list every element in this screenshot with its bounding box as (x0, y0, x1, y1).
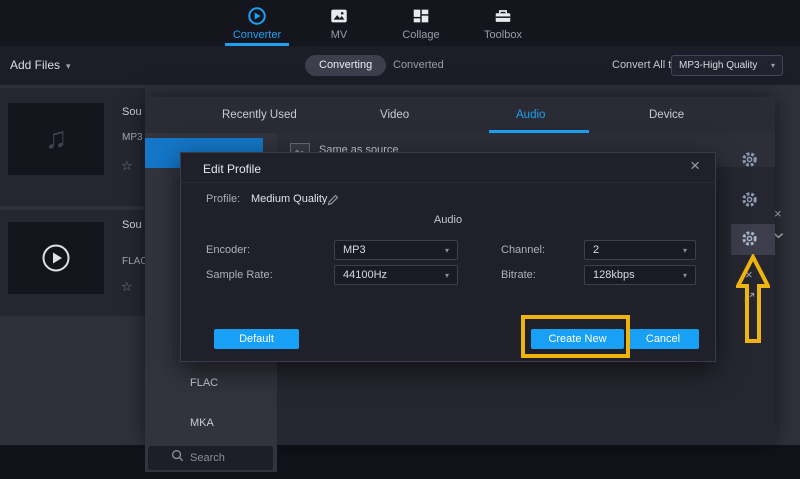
file-name: Sou (122, 219, 142, 231)
encoder-label: Encoder: (206, 244, 250, 256)
settings-gear-icon[interactable] (741, 230, 758, 247)
app-window: Converter MV Collage Toolbox Add Files▾ … (0, 0, 800, 479)
tab-mv-label: MV (331, 29, 348, 41)
channel-dropdown[interactable]: 2▾ (584, 240, 696, 260)
dialog-title: Edit Profile (203, 162, 261, 176)
caret-down-icon: ▾ (445, 246, 449, 255)
bottom-bar (0, 445, 800, 479)
settings-gear-icon[interactable] (741, 191, 758, 208)
bitrate-dropdown[interactable]: 128kbps ▾ (584, 265, 696, 285)
edit-effect-icon[interactable]: ☆ (121, 158, 133, 174)
caret-down-icon: ▾ (683, 246, 687, 255)
settings-gear-icon[interactable] (741, 151, 758, 168)
converter-icon (247, 6, 267, 26)
tab-audio[interactable]: Audio (516, 97, 545, 133)
encoder-value: MP3 (343, 244, 366, 256)
converted-tab[interactable]: Converted (393, 55, 444, 76)
bitrate-label: Bitrate: (501, 269, 536, 281)
pencil-icon[interactable] (327, 193, 339, 211)
encoder-dropdown[interactable]: MP3 ▾ (334, 240, 458, 260)
toolbox-icon (493, 6, 513, 26)
toolbar: Add Files▾ Converting Converted Convert … (0, 46, 800, 85)
tab-converter-label: Converter (233, 29, 281, 41)
profile-panel-tabs: Recently Used Video Audio Device (145, 97, 775, 133)
add-files-label: Add Files (10, 58, 60, 72)
tab-converter[interactable]: Converter (216, 0, 298, 46)
main-nav-tabs: Converter MV Collage Toolbox (216, 0, 544, 46)
caret-down-icon: ▾ (66, 61, 71, 71)
tab-mv[interactable]: MV (298, 0, 380, 46)
tab-device[interactable]: Device (649, 97, 684, 133)
sample-rate-label: Sample Rate: (206, 269, 273, 281)
music-note-icon: ♫ (45, 122, 68, 156)
add-files-button[interactable]: Add Files ▾ (10, 46, 71, 85)
annotation-arrow-up (736, 254, 770, 349)
close-icon[interactable]: × (690, 156, 700, 176)
caret-down-icon: ▾ (445, 271, 449, 280)
profile-label: Profile: (206, 193, 240, 205)
converting-tab[interactable]: Converting (305, 55, 386, 76)
tab-toolbox[interactable]: Toolbox (462, 0, 544, 46)
edit-profile-dialog: Edit Profile × Profile: Medium Quality A… (180, 152, 716, 362)
convert-all-dropdown[interactable]: MP3-High Quality ▾ (671, 55, 783, 76)
file-format: MP3 (122, 132, 143, 143)
profile-name-value: Medium Quality (251, 193, 327, 205)
caret-down-icon: ▾ (771, 61, 775, 70)
audio-file-thumbnail[interactable] (8, 222, 104, 294)
tab-collage-label: Collage (402, 29, 439, 41)
channel-label: Channel: (501, 244, 545, 256)
mv-icon (329, 6, 349, 26)
tab-toolbox-label: Toolbox (484, 29, 522, 41)
sample-rate-value: 44100Hz (343, 269, 387, 281)
tab-video[interactable]: Video (380, 97, 409, 133)
tab-recently-used[interactable]: Recently Used (222, 97, 297, 133)
divider (181, 182, 715, 183)
audio-file-thumbnail[interactable]: ♫ (8, 103, 104, 175)
convert-all-value: MP3-High Quality (679, 60, 757, 71)
sample-rate-dropdown[interactable]: 44100Hz ▾ (334, 265, 458, 285)
sidebar-item-flac[interactable]: FLAC (190, 377, 218, 389)
top-navigation: Converter MV Collage Toolbox (0, 0, 800, 46)
default-button[interactable]: Default (214, 329, 299, 349)
file-format: FLAC (122, 256, 148, 267)
remove-file-icon[interactable]: × (774, 206, 782, 221)
tab-collage[interactable]: Collage (380, 0, 462, 46)
search-box[interactable] (148, 446, 273, 470)
file-name: Sou (122, 106, 142, 118)
caret-down-icon: ▾ (683, 271, 687, 280)
bitrate-value: 128kbps (593, 269, 635, 281)
edit-effect-icon[interactable]: ☆ (121, 279, 133, 295)
search-input[interactable] (190, 452, 250, 464)
sidebar-item-mka[interactable]: MKA (190, 417, 214, 429)
cancel-button[interactable]: Cancel (627, 329, 699, 349)
section-heading-audio: Audio (181, 214, 715, 226)
collage-icon (411, 6, 431, 26)
search-icon (171, 449, 184, 467)
play-icon (41, 243, 71, 273)
channel-value: 2 (593, 244, 599, 256)
annotation-highlight-rectangle (521, 315, 630, 358)
